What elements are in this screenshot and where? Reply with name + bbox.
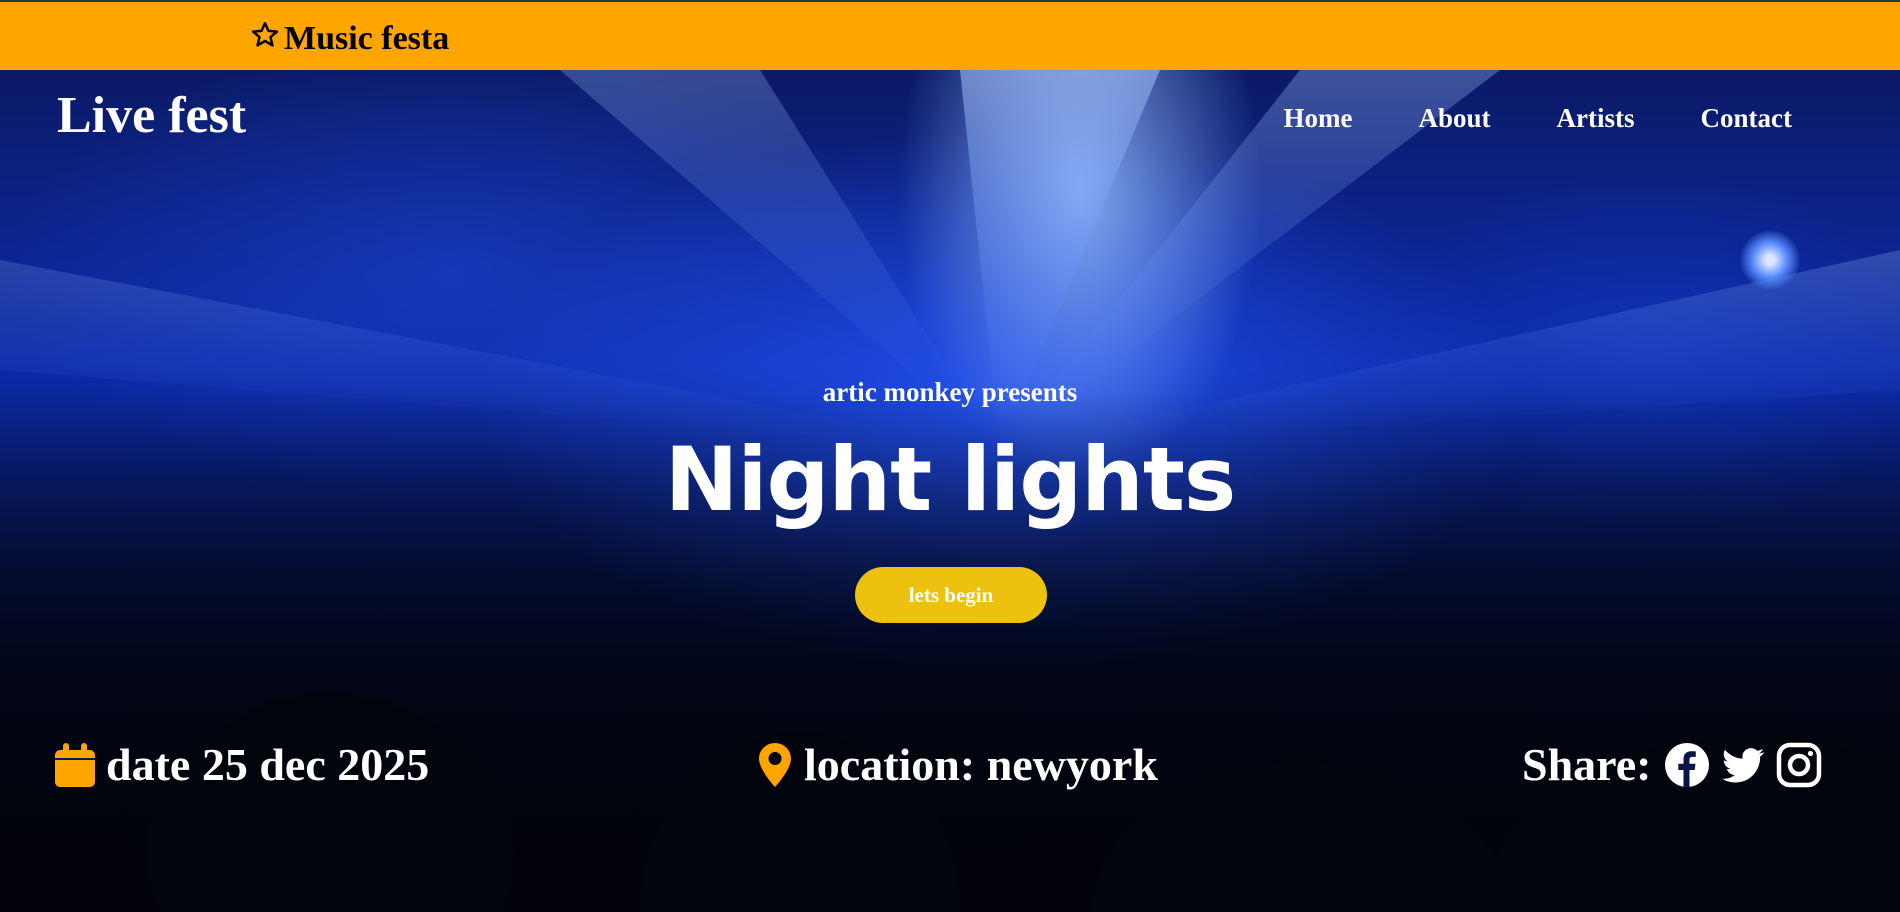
- nav-about[interactable]: About: [1419, 103, 1491, 134]
- map-pin-icon: [759, 742, 791, 787]
- site-logo[interactable]: Live fest: [57, 86, 246, 145]
- event-date-text: date 25 dec 2025: [106, 739, 430, 790]
- top-banner: Music festa: [0, 0, 1900, 70]
- star-outline-icon: [251, 21, 279, 47]
- main-nav: Home About Artists Contact: [1284, 103, 1792, 134]
- hero-title: Night lights: [664, 428, 1237, 531]
- event-date: date 25 dec 2025: [54, 738, 429, 791]
- instagram-icon[interactable]: [1776, 742, 1822, 788]
- nav-home[interactable]: Home: [1284, 103, 1353, 134]
- lets-begin-button[interactable]: lets begin: [855, 567, 1047, 623]
- calendar-icon: [55, 742, 95, 787]
- nav-contact[interactable]: Contact: [1701, 103, 1792, 134]
- hero-subtitle: artic monkey presents: [822, 377, 1078, 407]
- share-label: Share:: [1522, 739, 1652, 790]
- banner-brand-label: Music festa: [284, 20, 450, 57]
- social-links: [1664, 742, 1822, 788]
- nav-artists[interactable]: Artists: [1557, 103, 1635, 134]
- stage-light: [1740, 230, 1800, 290]
- banner-brand[interactable]: Music festa: [250, 20, 449, 58]
- event-location-text: location: newyork: [804, 739, 1158, 790]
- twitter-icon[interactable]: [1720, 742, 1766, 788]
- facebook-icon[interactable]: [1664, 742, 1710, 788]
- share-section: Share:: [1522, 738, 1822, 791]
- event-location: location: newyork: [758, 738, 1158, 791]
